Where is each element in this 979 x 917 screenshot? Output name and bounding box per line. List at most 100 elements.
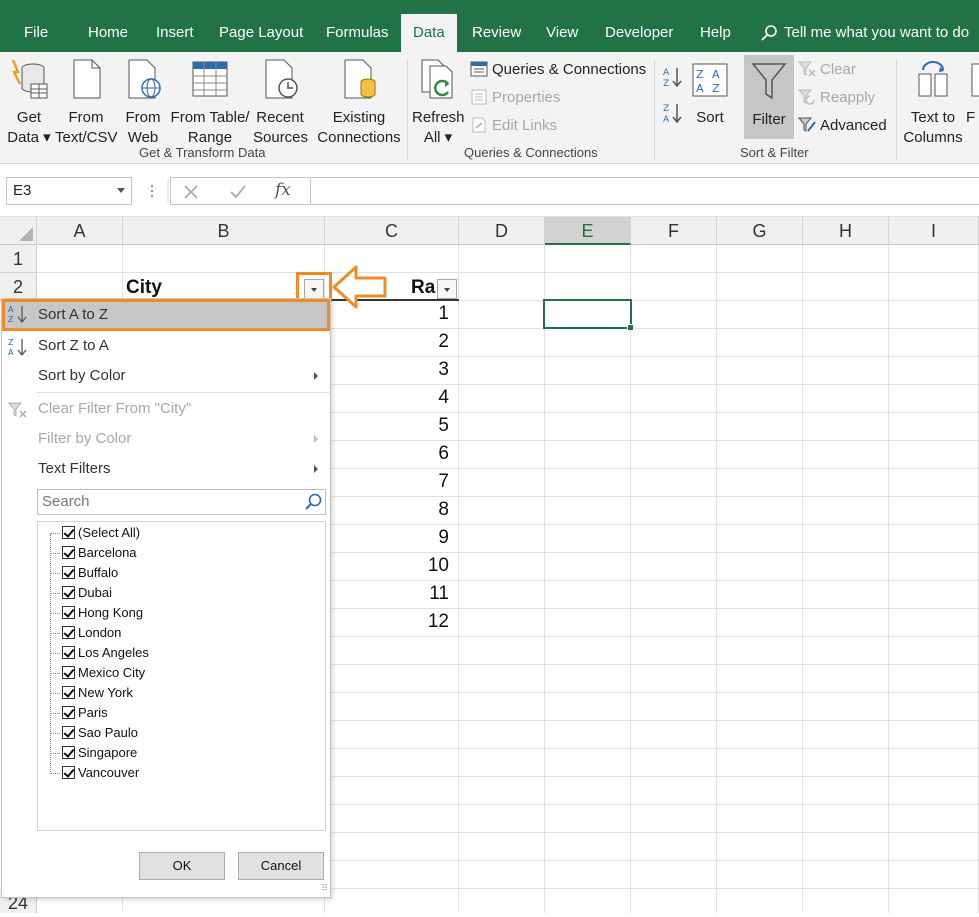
insert-function-button[interactable]: fx — [275, 180, 291, 200]
existing-connections-button[interactable]: Existing Connections — [317, 58, 401, 148]
tab-file[interactable]: File — [12, 14, 60, 52]
clear-filter-item[interactable]: Clear Filter From "City" — [2, 394, 330, 424]
tell-me-search[interactable]: Tell me what you want to do — [760, 14, 969, 52]
cancel-button[interactable]: Cancel — [238, 852, 324, 880]
tab-home[interactable]: Home — [76, 14, 140, 52]
cancel-x-icon[interactable] — [183, 184, 199, 200]
checkbox[interactable] — [62, 766, 75, 779]
recent-sources-button[interactable]: Recent Sources — [253, 58, 308, 148]
formula-input[interactable] — [310, 177, 979, 205]
sort-descending-button[interactable]: ZA — [662, 102, 684, 126]
sort-by-color-item[interactable]: Sort by Color — [2, 361, 330, 391]
row-header-2[interactable]: 2 — [0, 273, 37, 301]
checkbox[interactable] — [62, 606, 75, 619]
tab-data[interactable]: Data — [401, 14, 457, 52]
filter-search-input[interactable]: Search — [37, 489, 326, 515]
tab-page-layout[interactable]: Page Layout — [207, 14, 315, 52]
checkbox[interactable] — [62, 666, 75, 679]
checkbox[interactable] — [62, 706, 75, 719]
list-item[interactable]: Paris — [50, 703, 108, 723]
tab-help[interactable]: Help — [688, 14, 743, 52]
reapply-button[interactable]: Reapply — [798, 86, 875, 110]
sort-a-to-z-item[interactable]: AZ Sort A to Z — [2, 299, 330, 331]
list-item[interactable]: Sao Paulo — [50, 723, 138, 743]
list-item[interactable]: Hong Kong — [50, 603, 143, 623]
from-web-button[interactable]: From Web — [122, 58, 164, 148]
tab-view[interactable]: View — [534, 14, 590, 52]
column-header-c[interactable]: C — [325, 217, 459, 245]
clear-button[interactable]: Clear — [798, 58, 856, 82]
ok-button[interactable]: OK — [139, 852, 225, 880]
checkbox[interactable] — [62, 566, 75, 579]
column-header-b[interactable]: B — [123, 217, 325, 245]
partial-ribbon-button[interactable]: F — [966, 58, 979, 128]
list-item[interactable]: New York — [50, 683, 133, 703]
filter-by-color-item[interactable]: Filter by Color — [2, 424, 330, 454]
list-item[interactable]: Vancouver — [50, 763, 139, 783]
queries-connections-button[interactable]: Queries & Connections — [470, 58, 646, 82]
sort-ascending-button[interactable]: AZ — [662, 66, 684, 90]
rank-cell[interactable]: 11 — [325, 583, 449, 605]
list-item[interactable]: Los Angeles — [50, 643, 149, 663]
rank-cell[interactable]: 7 — [325, 471, 449, 493]
list-item[interactable]: Dubai — [50, 583, 112, 603]
rank-cell[interactable]: 4 — [325, 387, 449, 409]
checkbox[interactable] — [62, 626, 75, 639]
header-cell-rank[interactable]: Ra — [411, 277, 435, 299]
list-item[interactable]: Mexico City — [50, 663, 145, 683]
rank-filter-dropdown-button[interactable] — [437, 279, 457, 299]
text-to-columns-button[interactable]: Text to Columns — [902, 58, 964, 148]
column-header-g[interactable]: G — [717, 217, 803, 245]
column-header-a[interactable]: A — [37, 217, 123, 245]
column-header-e[interactable]: E — [545, 217, 631, 245]
rank-cell[interactable]: 2 — [325, 331, 449, 353]
list-item-select-all[interactable]: (Select All) — [50, 523, 140, 543]
from-text-csv-button[interactable]: From Text/CSV — [55, 58, 118, 148]
list-item[interactable]: Barcelona — [50, 543, 137, 563]
rank-cell[interactable]: 5 — [325, 415, 449, 437]
edit-links-button[interactable]: Edit Links — [470, 114, 557, 138]
column-header-i[interactable]: I — [889, 217, 979, 245]
checkbox[interactable] — [62, 526, 75, 539]
list-item[interactable]: London — [50, 623, 121, 643]
checkbox[interactable] — [62, 686, 75, 699]
name-box[interactable]: E3 — [6, 177, 132, 205]
group-separator — [896, 60, 897, 160]
header-cell-city[interactable]: City — [126, 277, 162, 299]
get-data-button[interactable]: Get Data ▾ — [6, 58, 52, 148]
rank-cell[interactable]: 6 — [325, 443, 449, 465]
checkbox[interactable] — [62, 546, 75, 559]
checkbox[interactable] — [62, 746, 75, 759]
filter-button[interactable]: Filter — [744, 55, 794, 139]
row-header-1[interactable]: 1 — [0, 245, 37, 273]
rank-cell[interactable]: 3 — [325, 359, 449, 381]
rank-cell[interactable]: 10 — [325, 555, 449, 577]
advanced-button[interactable]: Advanced — [798, 114, 887, 138]
active-cell-e3[interactable] — [543, 299, 634, 331]
tab-review[interactable]: Review — [460, 14, 533, 52]
from-table-range-button[interactable]: From Table/ Range — [168, 58, 252, 148]
column-header-f[interactable]: F — [631, 217, 717, 245]
rank-cell[interactable]: 8 — [325, 499, 449, 521]
checkbox[interactable] — [62, 726, 75, 739]
tab-insert[interactable]: Insert — [144, 14, 206, 52]
refresh-all-button[interactable]: Refresh All ▾ — [412, 58, 465, 148]
select-all-corner[interactable] — [0, 217, 37, 245]
text-filters-item[interactable]: Text Filters — [2, 454, 330, 484]
chevron-down-icon[interactable] — [117, 188, 125, 193]
tab-formulas[interactable]: Formulas — [314, 14, 401, 52]
enter-check-icon[interactable] — [229, 184, 247, 200]
sort-button[interactable]: ZA AZ Sort — [690, 58, 730, 128]
rank-cell[interactable]: 12 — [325, 611, 449, 633]
list-item[interactable]: Singapore — [50, 743, 137, 763]
properties-button[interactable]: Properties — [470, 86, 560, 110]
checkbox[interactable] — [62, 646, 75, 659]
resize-grip-icon[interactable]: ⠿ — [321, 883, 328, 894]
checkbox[interactable] — [62, 586, 75, 599]
column-header-h[interactable]: H — [803, 217, 889, 245]
column-header-d[interactable]: D — [459, 217, 545, 245]
list-item[interactable]: Buffalo — [50, 563, 118, 583]
tab-developer[interactable]: Developer — [593, 14, 685, 52]
rank-cell[interactable]: 9 — [325, 527, 449, 549]
sort-z-to-a-item[interactable]: ZA Sort Z to A — [2, 331, 330, 361]
